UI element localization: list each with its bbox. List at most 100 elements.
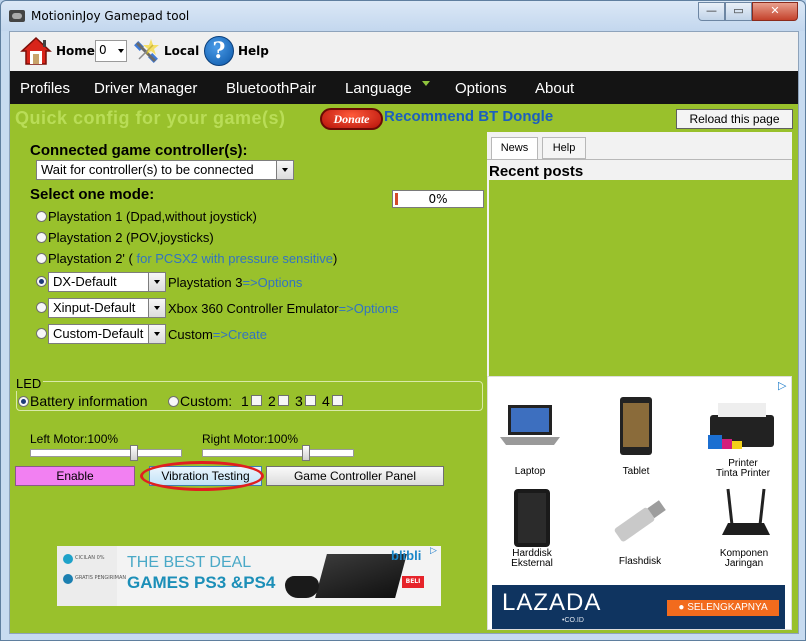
home-icon[interactable]: [20, 36, 52, 66]
recent-posts-title: Recent posts: [489, 163, 584, 180]
news-panel: News Help Recent posts: [487, 132, 792, 376]
ps3-profile-select[interactable]: DX-Default: [48, 272, 166, 292]
lazada-banner[interactable]: LAZADA •CO.ID ● SELENGKAPNYA: [492, 585, 785, 629]
radio-xbox360[interactable]: [36, 302, 47, 313]
led-2-label: 2: [268, 393, 276, 409]
radio-led-custom[interactable]: [168, 396, 179, 407]
right-motor-label: Right Motor:100%: [202, 432, 299, 446]
dot-icon: [63, 554, 73, 564]
led-1-checkbox[interactable]: [251, 395, 262, 406]
product-laptop[interactable]: Laptop: [490, 467, 570, 477]
menu-profiles[interactable]: Profiles: [20, 80, 70, 97]
x360-options-link[interactable]: =>Options: [339, 301, 399, 316]
led-heading: LED: [16, 376, 44, 391]
maximize-button[interactable]: ▭: [725, 2, 752, 21]
x360-label: Xbox 360 Controller Emulator=>Options: [168, 301, 399, 316]
minimize-button[interactable]: —: [698, 2, 725, 21]
x360-profile-select[interactable]: Xinput-Default: [48, 298, 166, 318]
custom-profile-select[interactable]: Custom-Default: [48, 324, 166, 344]
radio-ps2[interactable]: [36, 232, 47, 243]
radio-ps2-prime[interactable]: [36, 253, 47, 264]
product-networking[interactable]: Komponen Jaringan: [704, 549, 784, 569]
x360-profile-value: Xinput-Default: [53, 300, 136, 315]
product-tablet[interactable]: Tablet: [596, 467, 676, 477]
device-index-select[interactable]: 0: [95, 40, 127, 62]
right-motor-thumb[interactable]: [302, 445, 310, 461]
quick-config-title: Quick config for your game(s): [15, 108, 286, 128]
app-window: MotioninJoy Gamepad tool — ▭ ✕ Home 0 Lo…: [0, 0, 806, 641]
product-ad[interactable]: ▷ Laptop Tablet Printer Tinta Printer Ha…: [487, 376, 792, 630]
adchoices-icon[interactable]: ▷: [430, 546, 437, 556]
ps3-profile-value: DX-Default: [53, 274, 117, 289]
controller-select-value: Wait for controller(s) to be connected: [41, 162, 254, 177]
pcsx2-note: for PCSX2 with pressure sensitive: [132, 251, 333, 266]
donate-button[interactable]: Donate: [320, 108, 383, 130]
tab-help[interactable]: Help: [542, 137, 586, 159]
chevron-down-icon: [148, 299, 165, 317]
progress-fill: [395, 193, 398, 205]
satellite-icon[interactable]: [131, 37, 161, 67]
battery-info-label: Battery information: [30, 393, 148, 409]
left-motor-thumb[interactable]: [130, 445, 138, 461]
menu-options[interactable]: Options: [455, 80, 507, 97]
bt-dongle-link[interactable]: Recommend BT Dongle: [384, 108, 553, 125]
home-label[interactable]: Home: [56, 44, 95, 58]
custom-profile-value: Custom-Default: [53, 326, 144, 341]
chevron-down-icon: [148, 325, 165, 343]
progress-text: 0%: [428, 192, 448, 206]
client-area: Home 0 Local ? Help Profiles Driver Mana…: [9, 31, 799, 634]
left-motor-label: Left Motor:100%: [30, 432, 119, 446]
router-image: [722, 488, 770, 535]
tab-divider: [487, 159, 792, 160]
close-button[interactable]: ✕: [752, 2, 798, 21]
x360-text: Xbox 360 Controller Emulator: [168, 301, 339, 316]
reload-button[interactable]: Reload this page: [676, 109, 793, 129]
menu-bar: Profiles Driver Manager BluetoothPair La…: [10, 71, 798, 104]
banner-tiny-1: CICILAN 0%: [75, 555, 105, 561]
window-title: MotioninJoy Gamepad tool: [31, 9, 190, 23]
radio-ps3[interactable]: [36, 276, 47, 287]
right-motor-slider[interactable]: [202, 449, 354, 457]
custom-create-link[interactable]: =>Create: [213, 327, 267, 342]
led-4-label: 4: [322, 393, 330, 409]
tab-news[interactable]: News: [491, 137, 538, 160]
radio-ps1[interactable]: [36, 211, 47, 222]
led-2-checkbox[interactable]: [278, 395, 289, 406]
game-controller-panel-button[interactable]: Game Controller Panel: [266, 466, 444, 486]
menu-language[interactable]: Language: [345, 80, 412, 97]
ps3-options-link[interactable]: =>Options: [242, 275, 302, 290]
product-printer[interactable]: Printer Tinta Printer: [703, 459, 783, 479]
banner-ad[interactable]: CICILAN 0% GRATIS PENGIRIMAN THE BEST DE…: [57, 546, 441, 606]
left-motor-slider[interactable]: [30, 449, 182, 457]
ps1-label: Playstation 1 (Dpad,without joystick): [48, 209, 257, 224]
see-more-button[interactable]: ● SELENGKAPNYA: [667, 600, 779, 616]
help-label[interactable]: Help: [238, 44, 269, 58]
laptop-image: [500, 405, 560, 445]
controllers-heading: Connected game controller(s):: [30, 142, 248, 159]
enable-button[interactable]: Enable: [15, 466, 135, 486]
banner-brand: blibli: [391, 548, 422, 563]
product-printer-line2: Tinta Printer: [715, 468, 771, 479]
radio-battery-info[interactable]: [18, 396, 29, 407]
banner-cta-button[interactable]: BELI: [402, 576, 424, 588]
chevron-down-icon: [276, 161, 293, 179]
product-harddisk[interactable]: Harddisk Eksternal: [492, 549, 572, 569]
menu-bluetoothpair[interactable]: BluetoothPair: [226, 80, 316, 97]
controller-select[interactable]: Wait for controller(s) to be connected: [36, 160, 294, 180]
led-3-checkbox[interactable]: [305, 395, 316, 406]
printer-image: [708, 403, 774, 449]
led-3-label: 3: [295, 393, 303, 409]
adchoices-icon[interactable]: ▷: [778, 379, 786, 392]
truck-icon: [63, 574, 73, 584]
toolbar: Home 0 Local ? Help: [10, 32, 798, 70]
local-label[interactable]: Local: [164, 44, 199, 58]
mode-heading: Select one mode:: [30, 186, 155, 203]
help-icon[interactable]: ?: [204, 36, 234, 66]
menu-driver-manager[interactable]: Driver Manager: [94, 80, 197, 97]
radio-custom[interactable]: [36, 328, 47, 339]
banner-line-1: THE BEST DEAL: [127, 554, 252, 571]
product-flashdisk[interactable]: Flashdisk: [600, 557, 680, 567]
menu-about[interactable]: About: [535, 80, 574, 97]
led-4-checkbox[interactable]: [332, 395, 343, 406]
language-caret-icon: [422, 81, 430, 86]
